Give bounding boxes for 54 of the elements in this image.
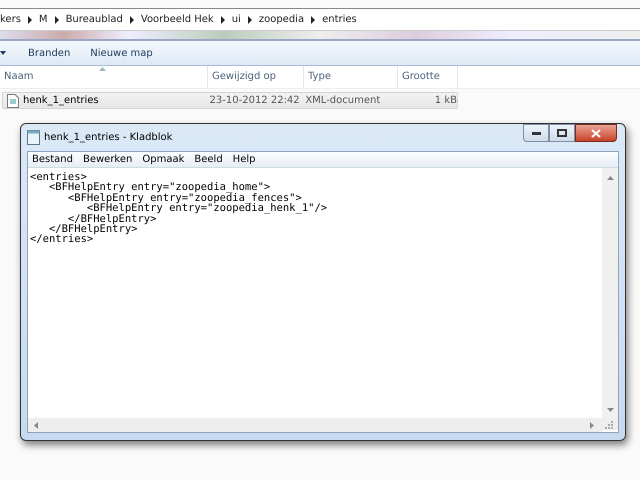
breadcrumb-item[interactable]: M xyxy=(38,14,48,25)
minimize-button[interactable] xyxy=(523,124,549,142)
file-type: XML-document xyxy=(305,95,382,106)
caret-icon[interactable] xyxy=(0,51,6,55)
toolbar-button[interactable]: Branden xyxy=(28,48,70,58)
chevron-icon[interactable] xyxy=(310,16,316,24)
code-line: </entries> xyxy=(30,234,94,245)
text-editor[interactable]: <entries> <BFHelpEntry entry="zoopedia_home"> <BFHelpEntry entry="zoopedia_fences"> <BFHelpEntry entry="zoopedia_henk_1"/> </BFHelpEntry> </BFHelpEntry> </entries> xyxy=(28,168,602,418)
chevron-icon[interactable] xyxy=(128,16,135,24)
maximize-icon xyxy=(557,129,567,137)
breadcrumb-item[interactable]: entries xyxy=(322,14,357,25)
scroll-left-icon[interactable] xyxy=(34,422,38,428)
chevron-icon[interactable] xyxy=(54,16,60,24)
notepad-icon xyxy=(27,130,40,145)
document-icon xyxy=(7,94,19,108)
file-row[interactable]: henk_1_entries 23-10-2012 22:42 XML-document 1 kB xyxy=(2,92,458,109)
breadcrumb-item[interactable]: kers xyxy=(0,14,21,25)
chevron-icon[interactable] xyxy=(246,16,253,24)
menu-item[interactable]: Bewerken xyxy=(82,154,132,165)
close-button[interactable] xyxy=(575,124,617,142)
maximize-button[interactable] xyxy=(549,124,575,142)
breadcrumb-item[interactable]: Bureaublad xyxy=(66,14,123,25)
breadcrumb-item[interactable]: zoopedia xyxy=(258,14,304,25)
column-header[interactable]: Gewijzigd op xyxy=(208,66,304,88)
code-line: <BFHelpEntry entry="zoopedia_fences"> xyxy=(68,192,302,204)
toolbar-button[interactable]: Nieuwe map xyxy=(90,48,153,58)
code-line: </BFHelpEntry> xyxy=(48,224,138,234)
menu-item[interactable]: Help xyxy=(232,154,256,165)
code-line: <BFHelpEntry entry="zoopedia_henk_1"/> xyxy=(86,203,328,214)
menu-item[interactable]: Beeld xyxy=(194,154,223,165)
sort-arrow-icon xyxy=(99,67,106,71)
close-icon xyxy=(591,128,601,138)
breadcrumb-item[interactable]: ui xyxy=(232,14,241,25)
file-name: henk_1_entries xyxy=(22,95,100,106)
minimize-icon xyxy=(532,132,540,134)
chevron-icon[interactable] xyxy=(220,16,226,24)
scroll-down-icon[interactable] xyxy=(606,408,614,412)
code-line: <entries> xyxy=(30,172,87,182)
file-size: 1 kB xyxy=(434,95,457,106)
scroll-right-icon[interactable] xyxy=(590,422,594,428)
breadcrumb-item[interactable]: Voorbeeld Hek xyxy=(140,14,214,25)
menu-item[interactable]: Opmaak xyxy=(142,154,184,165)
code-line: <BFHelpEntry entry="zoopedia_home"> xyxy=(48,182,270,193)
code-line: </BFHelpEntry> xyxy=(68,214,156,224)
column-header[interactable]: Type xyxy=(304,66,398,88)
modified-date: 23-10-2012 22:42 xyxy=(210,95,301,106)
menu-item[interactable]: Bestand xyxy=(32,154,73,165)
vertical-scrollbar[interactable] xyxy=(602,168,618,418)
scroll-up-icon[interactable] xyxy=(606,176,614,180)
window-title: henk_1_entries - Kladblok xyxy=(44,132,172,143)
chevron-icon[interactable] xyxy=(26,16,33,24)
horizontal-scrollbar[interactable] xyxy=(28,418,602,432)
column-header[interactable]: Grootte xyxy=(398,66,458,88)
address-bar[interactable]: kers M Bureaublad Voorbeeld Hek ui zoopedia entries xyxy=(0,8,640,31)
